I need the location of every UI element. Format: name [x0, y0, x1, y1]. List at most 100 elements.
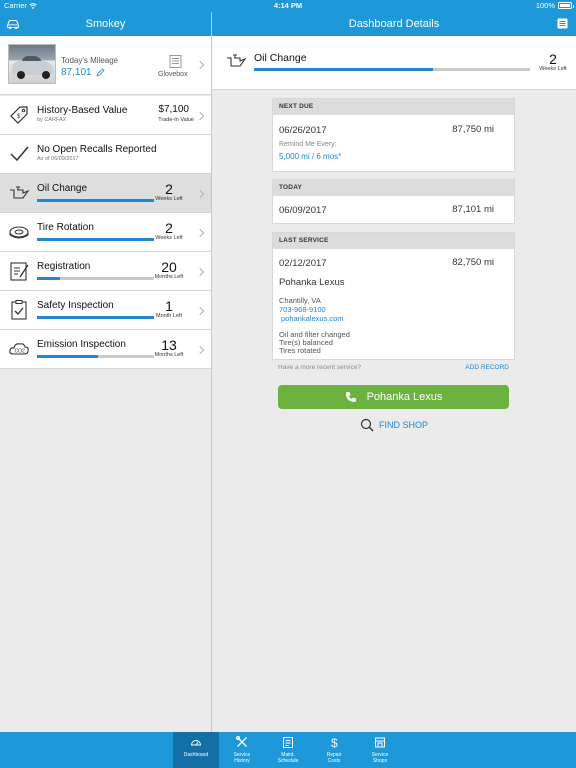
service-row-oil-change[interactable]: Oil Change 2 Weeks Left — [0, 174, 211, 213]
mileage-value: 87,101 — [61, 67, 92, 78]
glovebox-label: Glovebox — [158, 71, 188, 78]
chevron-right-icon — [195, 60, 205, 70]
recalls-date: As of 06/09/2017 — [37, 156, 79, 162]
service-countdown: 2 Weeks Left — [149, 182, 189, 202]
service-countdown: 1 Month Left — [149, 299, 189, 319]
trade-in-label: Trade-In Value — [158, 117, 194, 123]
chevron-right-icon — [195, 267, 205, 277]
countdown-number: 13 — [161, 337, 177, 353]
last-service-card: LAST SERVICE 02/12/2017 82,750 mi Pohank… — [272, 232, 515, 360]
svg-text:$: $ — [17, 114, 21, 120]
tire-icon — [9, 226, 29, 239]
list-icon[interactable] — [557, 18, 568, 29]
tab-label: Service History — [233, 752, 251, 764]
countdown-number: 2 — [549, 51, 557, 67]
service-row-registration[interactable]: Registration 20 Months Left — [0, 252, 211, 291]
service-progress — [37, 199, 154, 202]
shop-name: Pohanka Lexus — [279, 277, 345, 288]
service-row-safety-inspection[interactable]: Safety Inspection 1 Month Left — [0, 291, 211, 330]
tab-label: Repair Costs — [326, 752, 342, 764]
battery-indicator: 100% — [535, 1, 574, 10]
countdown-number: 1 — [165, 298, 173, 314]
mileage-label: Today's Mileage — [61, 56, 119, 65]
shop-website[interactable]: pohankalexus.com — [281, 314, 344, 323]
vehicle-row[interactable]: Today's Mileage 87,101 Glovebox — [0, 36, 211, 95]
countdown-unit: Months Left — [154, 274, 184, 280]
call-shop-label: Pohanka Lexus — [366, 391, 443, 403]
add-record-link[interactable]: ADD RECORD — [465, 364, 509, 371]
card-header: TODAY — [273, 180, 514, 196]
dashboard-list: Today's Mileage 87,101 Glovebox $ Histor… — [0, 36, 211, 732]
next-due-card: NEXT DUE 06/26/2017 87,750 mi Remind Me … — [272, 98, 515, 172]
shop-city: Chantilly, VA — [279, 296, 321, 305]
today-miles[interactable]: 87,101 mi — [452, 204, 494, 215]
oil-can-icon — [10, 186, 30, 199]
dollar-icon: $ — [331, 736, 338, 748]
battery-icon — [558, 2, 574, 9]
tab-service-history[interactable]: Service History — [219, 732, 265, 768]
tab-maint-schedule[interactable]: Maint. Schedule — [265, 732, 311, 768]
service-row-emission-inspection[interactable]: CO2 Emission Inspection 13 Months Left — [0, 330, 211, 369]
oil-can-icon — [227, 54, 247, 67]
price-tag-icon: $ — [10, 106, 28, 124]
tab-bar: Dashboard Service History Maint. Schedul… — [0, 732, 576, 768]
countdown-number: 2 — [165, 181, 173, 197]
co2-cloud-icon: CO2 — [9, 343, 29, 355]
service-label: Oil Change — [37, 183, 88, 194]
tab-service-shops[interactable]: Service Shops — [357, 732, 403, 768]
detail-title: Oil Change — [254, 52, 307, 64]
history-value-row[interactable]: $ History-Based Value by CARFAX $7,100 T… — [0, 96, 211, 135]
find-shop-label: FIND SHOP — [379, 420, 429, 430]
vehicle-photo — [8, 44, 56, 84]
dashboard-gauge-icon — [190, 740, 202, 746]
last-service-miles: 82,750 mi — [452, 257, 494, 268]
phone-icon — [345, 392, 356, 402]
service-label: Safety Inspection — [37, 300, 114, 311]
call-shop-button[interactable]: Pohanka Lexus — [278, 385, 509, 409]
trade-in-value: $7,100 — [158, 104, 189, 115]
registration-icon — [10, 262, 29, 281]
detail-summary: Oil Change 2 Weeks Left — [212, 36, 576, 90]
today-card: TODAY 06/09/2017 87,101 mi — [272, 179, 515, 224]
chevron-right-icon — [195, 345, 205, 355]
service-countdown: 13 Months Left — [149, 338, 189, 358]
dashboard-details: Oil Change 2 Weeks Left NEXT DUE 06/26/2… — [212, 36, 576, 732]
shop-phone[interactable]: 703-968-9100 — [279, 305, 326, 314]
mileage-display[interactable]: 87,101 — [61, 67, 105, 78]
card-header: NEXT DUE — [273, 99, 514, 115]
history-value-source: by CARFAX — [37, 117, 67, 123]
tab-dashboard[interactable]: Dashboard — [173, 732, 219, 768]
service-progress — [37, 316, 154, 319]
schedule-icon — [283, 737, 293, 748]
next-due-date: 06/26/2017 — [279, 125, 327, 136]
recalls-label: No Open Recalls Reported — [37, 144, 157, 155]
countdown-unit: Weeks Left — [155, 235, 183, 241]
chevron-right-icon — [195, 228, 205, 238]
right-nav-title: Dashboard Details — [348, 18, 440, 30]
find-shop-link[interactable]: FIND SHOP — [360, 418, 428, 432]
pencil-icon[interactable] — [96, 68, 105, 77]
right-nav-bar: Dashboard Details — [212, 12, 576, 36]
countdown-number: 2 — [165, 220, 173, 236]
tab-label: Dashboard — [183, 752, 209, 758]
remind-interval[interactable]: 5,000 mi / 6 mos* — [279, 152, 341, 161]
status-time: 4:14 PM — [273, 1, 303, 10]
chevron-right-icon — [195, 189, 205, 199]
chevron-right-icon — [195, 306, 205, 316]
next-due-miles: 87,750 mi — [452, 124, 494, 135]
svg-text:$: $ — [331, 736, 338, 748]
recalls-row: No Open Recalls Reported As of 06/09/201… — [0, 135, 211, 174]
remind-label: Remind Me Every: — [279, 141, 337, 148]
service-label: Registration — [37, 261, 91, 272]
countdown-unit: Month Left — [156, 313, 182, 319]
status-bar: Carrier 4:14 PM 100% — [0, 0, 576, 12]
service-row-tire-rotation[interactable]: Tire Rotation 2 Weeks Left — [0, 213, 211, 252]
glovebox-icon[interactable] — [168, 54, 183, 69]
detail-countdown: 2 Weeks Left — [536, 52, 570, 72]
left-nav-bar: Smokey — [0, 12, 211, 36]
last-service-date: 02/12/2017 — [279, 258, 327, 269]
chevron-right-icon — [195, 111, 205, 121]
tab-repair-costs[interactable]: $ Repair Costs — [311, 732, 357, 768]
battery-percent: 100% — [535, 1, 555, 10]
service-countdown: 2 Weeks Left — [149, 221, 189, 241]
